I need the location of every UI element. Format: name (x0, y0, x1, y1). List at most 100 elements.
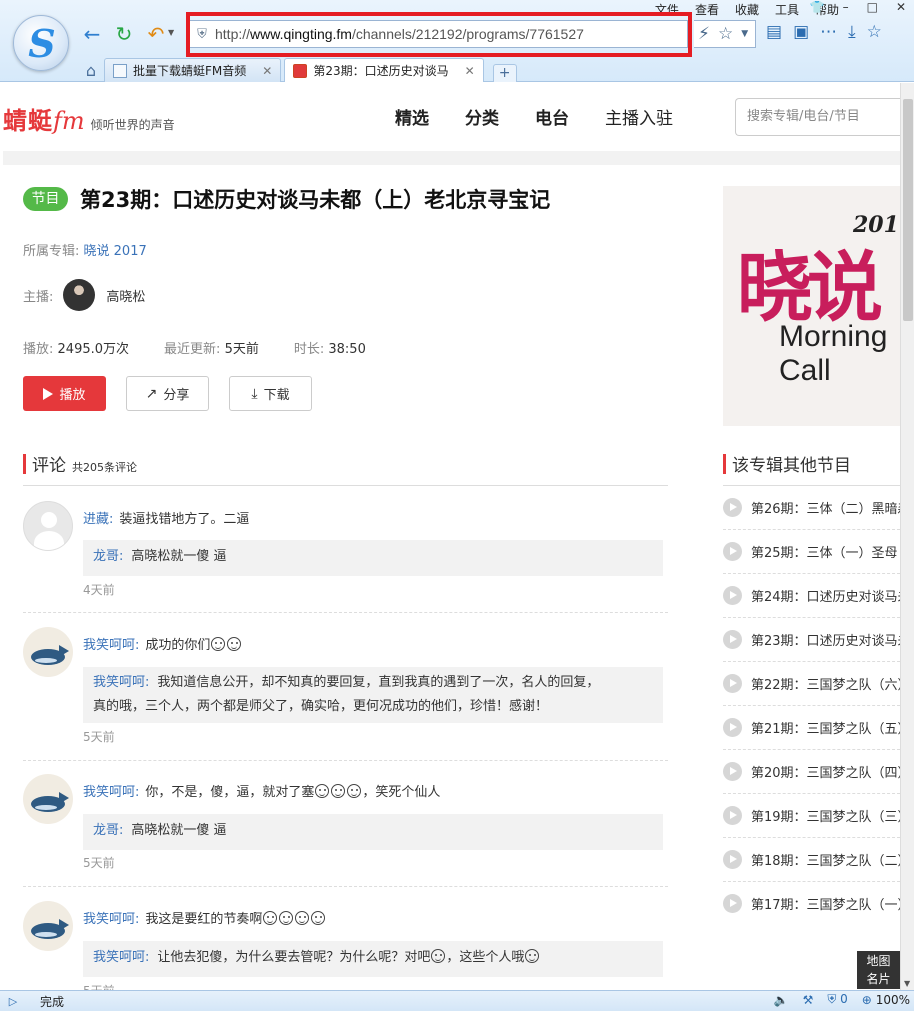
zoom-icon: ⊕ (861, 992, 872, 1007)
menu-view[interactable]: 查看 (695, 1, 719, 18)
menu-favorites[interactable]: 收藏 (735, 1, 759, 18)
comment-user[interactable]: 进藏: (83, 512, 113, 527)
comment-user[interactable]: 我笑呵呵: (83, 912, 139, 927)
shirt-icon[interactable]: 👕 (810, 0, 825, 14)
comment-content: 进藏: 装逼找错地方了。二逼 (83, 508, 249, 527)
nav-host-signup[interactable]: 主播入驻 (605, 104, 673, 129)
play-circle-icon[interactable] (723, 586, 742, 605)
scroll-down-arrow-icon[interactable]: ▼ (904, 979, 910, 988)
reply-user[interactable]: 我笑呵呵: (93, 950, 149, 965)
album-cover[interactable]: 201 晓说 Morning Call (723, 186, 900, 426)
comment-time: 5天前 (83, 730, 115, 744)
comment-text: 你，不是，傻，逼，就对了塞 (145, 785, 315, 800)
back-arrow-icon[interactable]: ← (80, 22, 104, 46)
refresh-icon[interactable]: ↻ (112, 22, 136, 46)
tab-close-icon[interactable]: ✕ (465, 64, 475, 78)
whale-avatar[interactable] (23, 627, 73, 677)
page-scrollbar[interactable]: ▼ (900, 83, 914, 990)
nav-featured[interactable]: 精选 (395, 104, 429, 129)
play-circle-icon[interactable] (723, 542, 742, 561)
comment-item: 我笑呵呵: 我这是要红的节奏啊 我笑呵呵: 让他去犯傻，为什么要去管呢？为什么呢？对… (23, 901, 668, 990)
reply-user[interactable]: 我笑呵呵: (93, 675, 149, 690)
program-list-item[interactable]: 第18期：三国梦之队（二） (723, 837, 900, 881)
nav-categories[interactable]: 分类 (465, 104, 499, 129)
address-dropdown-icon[interactable]: ▼ (741, 29, 748, 39)
new-tab-button[interactable]: + (492, 64, 517, 82)
more-icon[interactable]: ⋯ (820, 22, 837, 42)
host-avatar[interactable] (63, 279, 96, 311)
play-circle-icon[interactable] (723, 806, 742, 825)
program-list-item[interactable]: 第17期：三国梦之队（一） (723, 881, 900, 925)
comment-item: 进藏: 装逼找错地方了。二逼 龙哥: 高晓松就一傻 逼 4天前 (23, 501, 668, 613)
map-card-line-2: 名片 (866, 972, 891, 986)
search-input[interactable]: 搜索专辑/电台/节目 (735, 98, 900, 136)
share-icon: ↗ (145, 385, 158, 402)
reply-user[interactable]: 龙哥: (93, 549, 123, 564)
minimize-icon[interactable]: – (843, 0, 849, 14)
ad-block-icon[interactable]: ⛨ 0 (827, 992, 847, 1007)
program-list-item[interactable]: 第22期：三国梦之队（六） (723, 661, 900, 705)
album-link[interactable]: 晓说 2017 (84, 244, 147, 259)
last-updated-value: 5天前 (224, 342, 259, 357)
program-list-item[interactable]: 第25期：三体（一）圣母 (723, 529, 900, 573)
program-list-title: 第21期：三国梦之队（五） (751, 722, 900, 737)
default-avatar[interactable] (23, 501, 73, 551)
share-button[interactable]: ↗ 分享 (126, 376, 209, 411)
browser-logo[interactable]: S (13, 15, 69, 71)
nav-radio[interactable]: 电台 (535, 104, 569, 129)
comment-time: 5天前 (83, 982, 115, 990)
reader-icon[interactable]: ▤ (766, 22, 782, 42)
comment-text-continued: ，笑死个仙人 (362, 785, 441, 800)
play-circle-icon[interactable] (723, 630, 742, 649)
browser-logo-s-icon: S (28, 21, 56, 66)
download-icon[interactable]: ⤓ (848, 22, 856, 42)
reply-user[interactable]: 龙哥: (93, 823, 123, 838)
comment-user[interactable]: 我笑呵呵: (83, 638, 139, 653)
last-updated: 最近更新: 5天前 (164, 338, 259, 357)
tab-program-page[interactable]: 第23期：口述历史对谈马 ✕ (284, 58, 484, 82)
play-circle-icon[interactable] (723, 674, 742, 693)
toolbox-icon[interactable]: ⚒ (803, 993, 814, 1007)
map-card-button[interactable]: 地图 名片 (857, 951, 900, 989)
host-name[interactable]: 高晓松 (106, 286, 145, 305)
close-window-icon[interactable]: ✕ (896, 0, 906, 14)
program-list-item[interactable]: 第26期：三体（二）黑暗森林 (723, 485, 900, 529)
comment-user[interactable]: 我笑呵呵: (83, 785, 139, 800)
whale-avatar[interactable] (23, 901, 73, 951)
menu-tools[interactable]: 工具 (775, 1, 799, 18)
play-circle-icon[interactable] (723, 850, 742, 869)
zoom-level[interactable]: ⊕ 100% (862, 993, 910, 1007)
program-list-item[interactable]: 第19期：三国梦之队（三） (723, 793, 900, 837)
scrollbar-thumb[interactable] (903, 99, 913, 321)
tab-batch-download[interactable]: 批量下载蜻蜓FM音频 ✕ (104, 58, 282, 82)
sidebar-toggle-icon[interactable]: ▷ (0, 995, 26, 1008)
play-circle-icon[interactable] (723, 498, 742, 517)
program-list-item[interactable]: 第21期：三国梦之队（五） (723, 705, 900, 749)
maximize-icon[interactable]: □ (867, 0, 878, 14)
site-logo[interactable]: 蜻蜓 fm 倾听世界的声音 (3, 101, 175, 136)
volume-icon[interactable]: 🔈 (774, 993, 789, 1007)
screenshot-icon[interactable]: ▣ (793, 22, 809, 42)
reply-text: 让他去犯傻，为什么要去管呢？为什么呢？对吧 (157, 950, 431, 965)
play-circle-icon[interactable] (723, 718, 742, 737)
program-list-item[interactable]: 第24期：口述历史对谈马未都（下） (723, 573, 900, 617)
program-list-title: 第17期：三国梦之队（一） (751, 898, 900, 913)
whale-avatar[interactable] (23, 774, 73, 824)
tab-close-icon[interactable]: ✕ (262, 64, 272, 78)
program-list-item[interactable]: 第23期：口述历史对谈马未都（上） (723, 617, 900, 661)
bookmark-star-icon[interactable]: ☆ (867, 22, 882, 42)
comment-time: 5天前 (83, 856, 115, 870)
play-circle-icon[interactable] (723, 894, 742, 913)
home-icon[interactable]: ⌂ (78, 60, 104, 82)
program-list-item[interactable]: 第20期：三国梦之队（四） (723, 749, 900, 793)
undo-dropdown-icon[interactable]: ▼ (168, 28, 174, 37)
play-button[interactable]: 播放 (23, 376, 106, 411)
star-favorite-icon[interactable]: ☆ (718, 24, 733, 44)
address-bar-actions: ⚡ ☆ ▼ (694, 20, 756, 48)
comment-text: 装逼找错地方了。二逼 (119, 512, 250, 527)
page-title: 第23期：口述历史对谈马未都（上）老北京寻宝记 (80, 188, 551, 212)
lightning-icon[interactable]: ⚡ (698, 24, 710, 44)
undo-icon[interactable]: ↶ (144, 22, 168, 46)
download-button[interactable]: ⤓ 下载 (229, 376, 312, 411)
play-circle-icon[interactable] (723, 762, 742, 781)
